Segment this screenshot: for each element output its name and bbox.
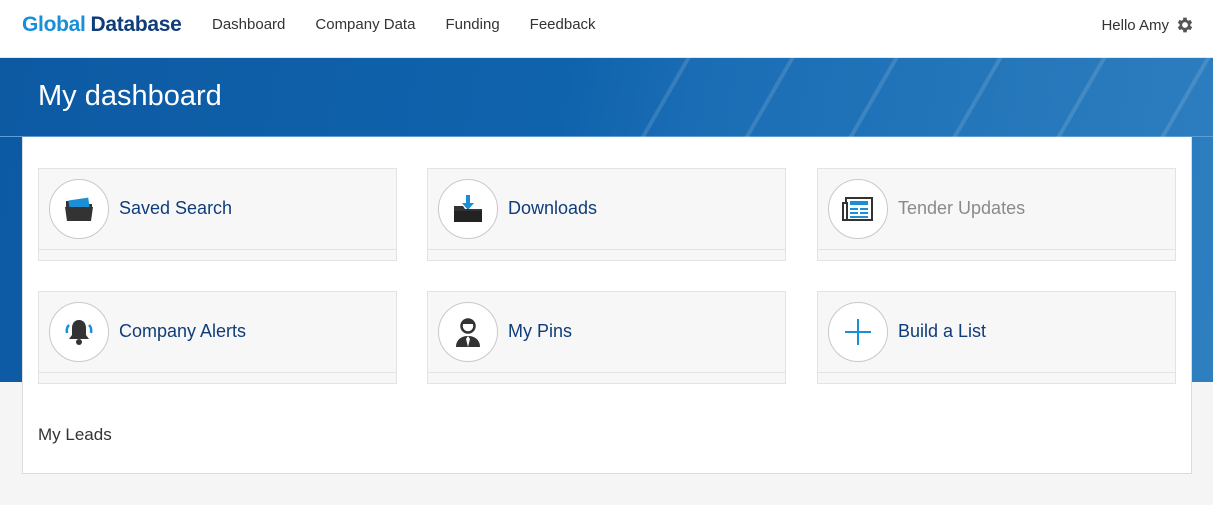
tile-downloads[interactable]: Downloads [427, 168, 786, 261]
logo-part1: Global [22, 13, 86, 36]
tile-label[interactable]: Tender Updates [898, 198, 1025, 219]
tile-label[interactable]: Company Alerts [119, 321, 246, 342]
person-icon [456, 318, 480, 347]
folder-search-icon [65, 197, 93, 221]
my-leads-heading: My Leads [38, 425, 112, 444]
tile-footer [818, 249, 1175, 250]
tile-my-pins[interactable]: My Pins [427, 291, 786, 384]
dashboard-panel: Saved Search Downloads Tender Updates Co… [22, 137, 1192, 474]
bell-icon [65, 320, 93, 345]
tile-build-a-list[interactable]: Build a List [817, 291, 1176, 384]
main-nav: Dashboard Company Data Funding Feedback [212, 16, 626, 33]
tile-label[interactable]: Build a List [898, 321, 986, 342]
nav-feedback[interactable]: Feedback [530, 16, 596, 33]
tile-icon-circle [828, 302, 888, 362]
tile-footer [818, 372, 1175, 373]
tile-label[interactable]: Saved Search [119, 198, 232, 219]
nav-funding[interactable]: Funding [445, 16, 499, 33]
user-menu[interactable]: Hello Amy [1101, 15, 1195, 35]
logo[interactable]: Global Database [22, 13, 182, 37]
tile-footer [39, 249, 396, 250]
tile-icon-circle [828, 179, 888, 239]
tile-icon-circle [49, 302, 109, 362]
tile-icon-circle [49, 179, 109, 239]
tile-tender-updates[interactable]: Tender Updates [817, 168, 1176, 261]
logo-part2: Database [90, 13, 182, 36]
tile-footer [428, 372, 785, 373]
tile-saved-search[interactable]: Saved Search [38, 168, 397, 261]
gear-icon[interactable] [1175, 15, 1195, 35]
tile-icon-circle [438, 302, 498, 362]
tile-footer [428, 249, 785, 250]
nav-dashboard[interactable]: Dashboard [212, 16, 285, 33]
tile-label[interactable]: My Pins [508, 321, 572, 342]
nav-company-data[interactable]: Company Data [315, 16, 415, 33]
top-navbar: Global Database Dashboard Company Data Fu… [0, 0, 1213, 58]
tile-company-alerts[interactable]: Company Alerts [38, 291, 397, 384]
newspaper-icon [842, 197, 873, 221]
user-greeting[interactable]: Hello Amy [1101, 17, 1169, 34]
tile-footer [39, 372, 396, 373]
page-title: My dashboard [38, 80, 222, 112]
tile-label[interactable]: Downloads [508, 198, 597, 219]
tile-icon-circle [438, 179, 498, 239]
banner-background-image [640, 58, 1213, 137]
download-folder-icon [454, 195, 482, 222]
plus-icon [845, 319, 871, 345]
